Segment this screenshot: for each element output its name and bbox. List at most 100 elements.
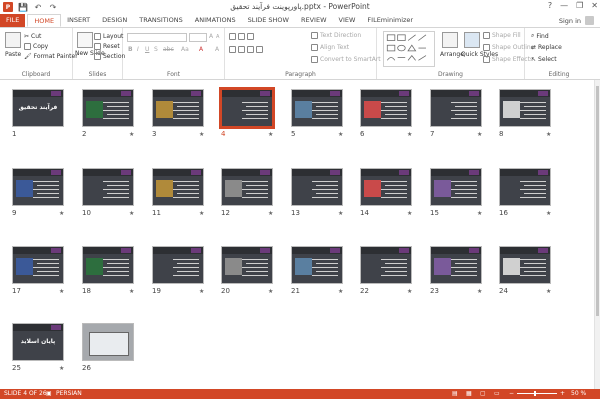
transition-star-icon[interactable]: ★ (199, 288, 204, 295)
vertical-scrollbar[interactable] (594, 80, 600, 389)
transition-star-icon[interactable]: ★ (129, 131, 134, 138)
shadow-button[interactable]: S (154, 46, 158, 53)
slide-thumbnail-5[interactable] (291, 89, 343, 127)
replace-button[interactable]: ⇄ Replace (531, 44, 562, 51)
tab-view[interactable]: VIEW (333, 14, 362, 27)
slide-thumbnail-1[interactable]: فرآیند تحقیق (12, 89, 64, 127)
transition-star-icon[interactable]: ★ (546, 131, 551, 138)
shapes-gallery[interactable] (383, 31, 435, 67)
slide-thumbnail-21[interactable] (291, 246, 343, 284)
italic-button[interactable]: I (137, 46, 139, 53)
font-name-select[interactable] (127, 33, 187, 42)
tab-home[interactable]: HOME (27, 14, 62, 27)
transition-star-icon[interactable]: ★ (477, 288, 482, 295)
convert-smartart-button[interactable]: Convert to SmartArt (311, 56, 381, 63)
transition-star-icon[interactable]: ★ (546, 288, 551, 295)
restore-button[interactable]: ❐ (576, 1, 583, 10)
language-indicator[interactable]: PERSIAN (56, 390, 82, 397)
zoom-out-icon[interactable]: − (509, 390, 514, 397)
transition-star-icon[interactable]: ★ (199, 131, 204, 138)
zoom-level[interactable]: 50 % (571, 390, 586, 397)
transition-star-icon[interactable]: ★ (407, 288, 412, 295)
zoom-slider-thumb[interactable] (534, 391, 536, 396)
font-size-select[interactable] (189, 33, 207, 42)
slide-thumbnail-15[interactable] (430, 168, 482, 206)
copy-button[interactable]: Copy (24, 43, 48, 50)
slide-sorter-view-icon[interactable]: ▦ (466, 390, 472, 397)
tab-design[interactable]: DESIGN (96, 14, 133, 27)
font-color-button[interactable]: A (199, 46, 203, 53)
shape-fill-button[interactable]: Shape Fill (483, 32, 521, 39)
change-case-button[interactable]: Aa (181, 46, 189, 53)
slide-thumbnail-8[interactable] (499, 89, 551, 127)
transition-star-icon[interactable]: ★ (199, 210, 204, 217)
transition-star-icon[interactable]: ★ (268, 288, 273, 295)
transition-star-icon[interactable]: ★ (59, 365, 64, 372)
slide-thumbnail-20[interactable] (221, 246, 273, 284)
transition-star-icon[interactable]: ★ (268, 131, 273, 138)
transition-star-icon[interactable]: ★ (129, 210, 134, 217)
slide-thumbnail-18[interactable] (82, 246, 134, 284)
transition-star-icon[interactable]: ★ (407, 210, 412, 217)
slide-thumbnail-12[interactable] (221, 168, 273, 206)
slide-thumbnail-2[interactable] (82, 89, 134, 127)
align-buttons[interactable] (229, 46, 263, 53)
align-text-button[interactable]: Align Text (311, 44, 349, 51)
minimize-button[interactable]: — (560, 1, 568, 10)
help-icon[interactable]: ? (548, 1, 552, 10)
slide-thumbnail-3[interactable] (152, 89, 204, 127)
layout-button[interactable]: Layout (94, 33, 123, 40)
tab-file[interactable]: FILE (0, 14, 26, 27)
paste-icon[interactable] (5, 32, 21, 48)
section-button[interactable]: Section (94, 53, 125, 60)
slide-thumbnail-4[interactable] (219, 87, 275, 129)
slide-thumbnail-13[interactable] (291, 168, 343, 206)
tab-slide-show[interactable]: SLIDE SHOW (242, 14, 295, 27)
underline-button[interactable]: U (145, 46, 149, 53)
slideshow-view-icon[interactable]: ▭ (494, 390, 500, 397)
transition-star-icon[interactable]: ★ (59, 210, 64, 217)
strikethrough-button[interactable]: abc (163, 46, 174, 53)
bullets-button[interactable] (229, 33, 254, 40)
clear-formatting-button[interactable]: A (215, 46, 219, 53)
format-painter-button[interactable]: 🖌 Format Painter (24, 53, 78, 60)
scrollbar-thumb[interactable] (596, 86, 599, 316)
find-button[interactable]: ⌕ Find (531, 32, 549, 40)
transition-star-icon[interactable]: ★ (338, 131, 343, 138)
slide-thumbnail-25[interactable]: پایان اسلاید (12, 323, 64, 361)
tab-animations[interactable]: ANIMATIONS (189, 14, 242, 27)
slide-thumbnail-23[interactable] (430, 246, 482, 284)
grow-font-button[interactable]: A (209, 33, 213, 40)
spellcheck-icon[interactable]: ▣ (46, 390, 52, 397)
tab-insert[interactable]: INSERT (61, 14, 96, 27)
close-button[interactable]: ✕ (591, 1, 598, 10)
slide-thumbnail-14[interactable] (360, 168, 412, 206)
cut-button[interactable]: ✂ Cut (24, 33, 41, 40)
transition-star-icon[interactable]: ★ (407, 131, 412, 138)
slide-thumbnail-11[interactable] (152, 168, 204, 206)
slide-thumbnail-24[interactable] (499, 246, 551, 284)
slide-thumbnail-26[interactable] (82, 323, 134, 361)
bold-button[interactable]: B (128, 46, 133, 53)
slide-thumbnail-9[interactable] (12, 168, 64, 206)
transition-star-icon[interactable]: ★ (59, 288, 64, 295)
tab-review[interactable]: REVIEW (295, 14, 333, 27)
transition-star-icon[interactable]: ★ (268, 210, 273, 217)
new-slide-icon[interactable] (77, 32, 93, 48)
transition-star-icon[interactable]: ★ (546, 210, 551, 217)
sign-in-label[interactable]: Sign in (559, 17, 581, 25)
transition-star-icon[interactable]: ★ (477, 210, 482, 217)
tab-fileminimizer[interactable]: FILEminimizer (361, 14, 419, 27)
transition-star-icon[interactable]: ★ (338, 210, 343, 217)
transition-star-icon[interactable]: ★ (338, 288, 343, 295)
reading-view-icon[interactable]: ▢ (480, 390, 486, 397)
reset-button[interactable]: Reset (94, 43, 120, 50)
text-direction-button[interactable]: Text Direction (311, 32, 361, 39)
slide-thumbnail-10[interactable] (82, 168, 134, 206)
slide-thumbnail-16[interactable] (499, 168, 551, 206)
zoom-slider[interactable] (517, 393, 557, 394)
normal-view-icon[interactable]: ▤ (452, 390, 458, 397)
slide-thumbnail-19[interactable] (152, 246, 204, 284)
slide-thumbnail-6[interactable] (360, 89, 412, 127)
transition-star-icon[interactable]: ★ (129, 288, 134, 295)
